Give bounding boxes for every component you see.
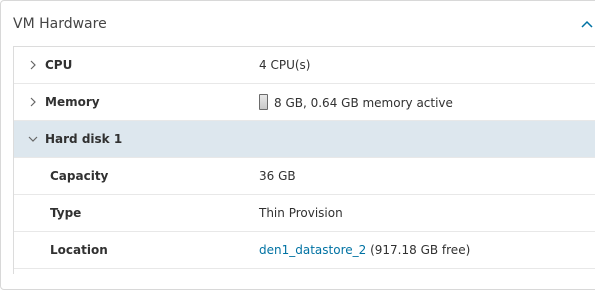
memory-usage-bar-icon [259,94,268,110]
memory-label: Memory [45,95,100,109]
location-label: Location [50,243,108,257]
memory-value-container: 8 GB, 0.64 GB memory active [259,94,453,111]
memory-value: 8 GB, 0.64 GB memory active [274,96,453,110]
type-value: Thin Provision [259,206,343,220]
cpu-label: CPU [45,58,73,72]
panel-title: VM Hardware [13,16,107,32]
type-label: Type [50,206,82,220]
hard-disk-label: Hard disk 1 [45,132,123,146]
table-row-capacity: Capacity 36 GB [14,158,595,195]
chevron-right-icon[interactable] [28,60,38,70]
table-row-location: Location den1_datastore_2 (917.18 GB fre… [14,232,595,269]
datastore-free-space: (917.18 GB free) [366,243,471,257]
table-row-hard-disk[interactable]: Hard disk 1 [14,121,595,158]
location-value: den1_datastore_2 (917.18 GB free) [259,242,470,258]
capacity-value: 36 GB [259,169,296,183]
vm-hardware-panel: VM Hardware CPU 4 CPU(s) Memory 8 GB, 0.… [0,0,595,290]
hardware-table: CPU 4 CPU(s) Memory 8 GB, 0.64 GB memory… [13,46,595,274]
cpu-value: 4 CPU(s) [259,58,311,72]
capacity-label: Capacity [50,169,109,183]
chevron-up-icon[interactable] [578,15,595,33]
panel-header[interactable]: VM Hardware [1,1,595,46]
chevron-down-icon[interactable] [28,134,38,144]
chevron-right-icon[interactable] [28,97,38,107]
table-row-memory[interactable]: Memory 8 GB, 0.64 GB memory active [14,84,595,121]
table-row-cpu[interactable]: CPU 4 CPU(s) [14,47,595,84]
table-row-type: Type Thin Provision [14,195,595,232]
datastore-link[interactable]: den1_datastore_2 [259,243,366,257]
